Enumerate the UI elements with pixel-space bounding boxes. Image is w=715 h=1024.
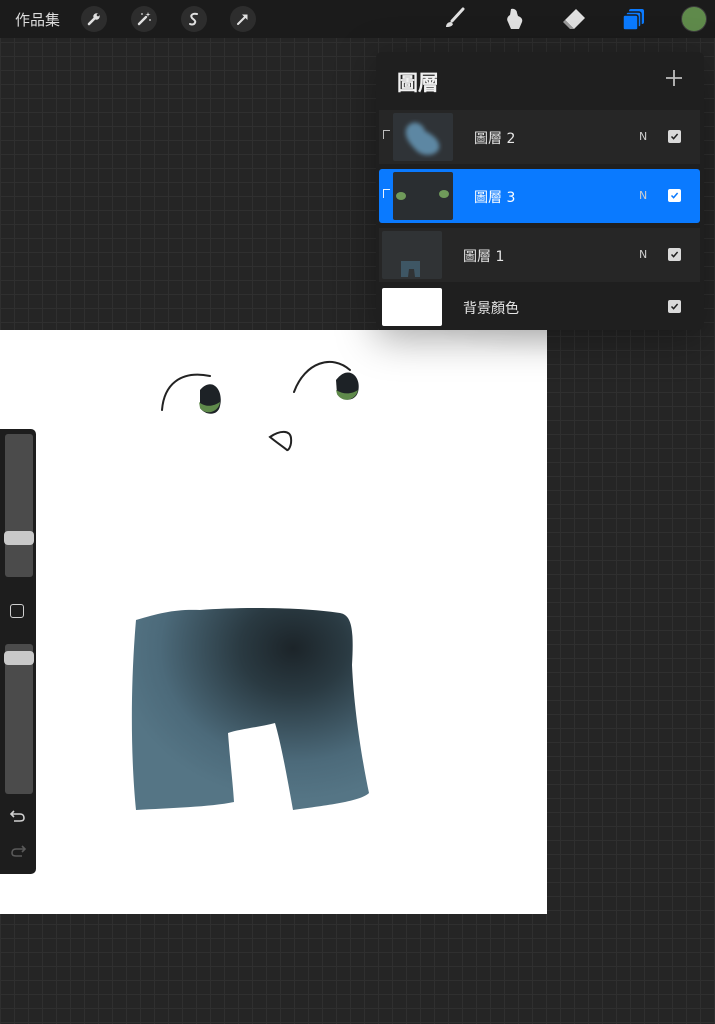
background-color-row[interactable]: 背景顏色 xyxy=(379,283,700,329)
layers-panel-title: 圖層 xyxy=(397,71,439,95)
layers-icon[interactable] xyxy=(620,5,648,33)
layer-name: 圖層 3 xyxy=(474,190,516,206)
add-layer-button[interactable] xyxy=(662,66,686,90)
gallery-button[interactable]: 作品集 xyxy=(15,9,60,30)
layer-row-selected[interactable]: 圖層 3 N xyxy=(379,169,700,223)
wrench-icon[interactable] xyxy=(81,6,107,32)
brush-icon[interactable] xyxy=(441,5,469,33)
smudge-icon[interactable] xyxy=(500,5,528,33)
checkmark-icon xyxy=(670,192,679,199)
artwork xyxy=(131,330,547,810)
layers-panel: 圖層 圖層 2 N 圖層 3 N 圖層 1 N 背景顏色 xyxy=(376,52,704,330)
layer-row[interactable]: 圖層 2 N xyxy=(379,110,700,164)
undo-icon[interactable] xyxy=(8,807,28,825)
visibility-checkbox[interactable] xyxy=(668,300,681,313)
checkmark-icon xyxy=(670,133,679,140)
top-toolbar: 作品集 xyxy=(0,0,715,38)
selection-icon[interactable] xyxy=(181,6,207,32)
blend-mode-button[interactable]: N xyxy=(639,189,647,202)
brush-size-thumb[interactable] xyxy=(4,531,34,545)
checkmark-icon xyxy=(670,251,679,258)
clipping-mask-icon xyxy=(383,130,390,139)
brush-opacity-slider[interactable] xyxy=(4,644,34,794)
visibility-checkbox[interactable] xyxy=(668,130,681,143)
drawing-canvas[interactable] xyxy=(0,330,547,914)
layer-row[interactable]: 圖層 1 N xyxy=(379,228,700,282)
layer-name: 背景顏色 xyxy=(463,301,519,317)
layer-thumbnail xyxy=(393,113,453,161)
redo-icon[interactable] xyxy=(8,842,28,860)
layer-thumbnail xyxy=(382,231,442,279)
left-sidebar xyxy=(0,429,36,874)
color-picker-button[interactable] xyxy=(682,7,706,31)
visibility-checkbox[interactable] xyxy=(668,248,681,261)
layer-name: 圖層 2 xyxy=(474,131,516,147)
clipping-mask-icon xyxy=(383,189,390,198)
transform-arrow-icon[interactable] xyxy=(230,6,256,32)
magic-wand-icon[interactable] xyxy=(131,6,157,32)
eraser-icon[interactable] xyxy=(560,5,588,33)
blend-mode-button[interactable]: N xyxy=(639,248,647,261)
brush-size-slider[interactable] xyxy=(4,434,34,577)
plus-icon xyxy=(666,70,682,86)
brush-opacity-thumb[interactable] xyxy=(4,651,34,665)
checkmark-icon xyxy=(670,303,679,310)
blend-mode-button[interactable]: N xyxy=(639,130,647,143)
layer-thumbnail xyxy=(393,172,453,220)
modify-square-icon[interactable] xyxy=(10,604,24,618)
layer-thumbnail xyxy=(382,288,442,326)
pants-shape xyxy=(131,608,369,810)
layer-name: 圖層 1 xyxy=(463,249,505,265)
visibility-checkbox[interactable] xyxy=(668,189,681,202)
